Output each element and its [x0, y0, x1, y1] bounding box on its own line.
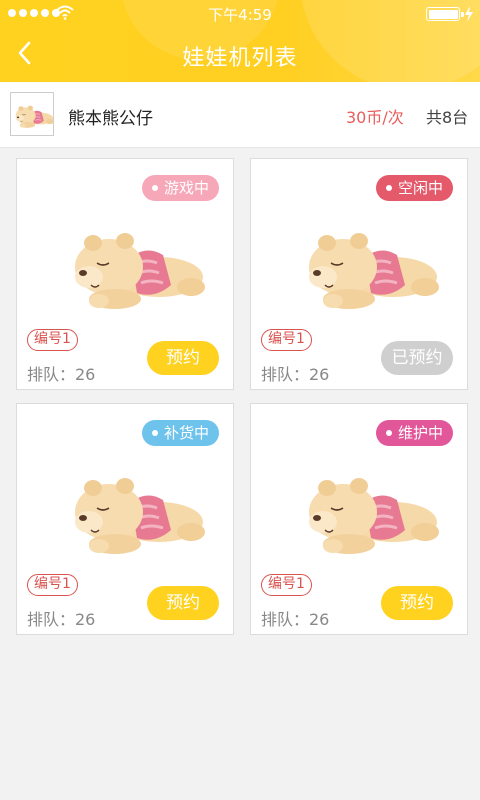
machine-number: 编号1 [261, 329, 312, 351]
plush-bear-image [59, 215, 209, 315]
product-info-bar: 熊本熊公仔 30币/次 共8台 [0, 82, 480, 148]
top-bar: 下午4:59 娃娃机列表 [0, 0, 480, 82]
reserved-button[interactable]: 已预约 [381, 341, 453, 375]
product-price: 30币/次 [346, 108, 404, 127]
status-badge: 空闲中 [375, 175, 453, 201]
reserve-button[interactable]: 预约 [147, 586, 219, 620]
queue-count: 排队：26 [27, 365, 96, 384]
status-badge: 维护中 [375, 420, 453, 446]
reserve-button[interactable]: 预约 [147, 341, 219, 375]
machine-card[interactable]: 游戏中 编号1 排队：26 预约 [16, 158, 234, 390]
product-name: 熊本熊公仔 [68, 109, 153, 129]
status-bar: 下午4:59 [0, 0, 480, 26]
machine-number: 编号1 [261, 574, 312, 596]
status-badge: 补货中 [141, 420, 219, 446]
machine-card[interactable]: 维护中 编号1 排队：26 预约 [250, 403, 468, 635]
battery-icon [426, 7, 464, 21]
queue-count: 排队：26 [261, 610, 330, 629]
plush-bear-image [293, 215, 443, 315]
reserve-button[interactable]: 预约 [381, 586, 453, 620]
status-badge: 游戏中 [141, 175, 219, 201]
nav-bar: 娃娃机列表 [0, 26, 480, 82]
page-title: 娃娃机列表 [182, 46, 298, 71]
queue-count: 排队：26 [27, 610, 96, 629]
machine-card[interactable]: 补货中 编号1 排队：26 预约 [16, 403, 234, 635]
machine-number: 编号1 [27, 574, 78, 596]
status-time: 下午4:59 [208, 6, 272, 24]
machine-number: 编号1 [27, 329, 78, 351]
plush-bear-image [293, 460, 443, 560]
machine-card[interactable]: 空闲中 编号1 排队：26 已预约 [250, 158, 468, 390]
plush-bear-image [59, 460, 209, 560]
machine-count: 共8台 [426, 108, 469, 127]
charging-icon [465, 6, 473, 22]
queue-count: 排队：26 [261, 365, 330, 384]
product-thumbnail [10, 92, 54, 136]
